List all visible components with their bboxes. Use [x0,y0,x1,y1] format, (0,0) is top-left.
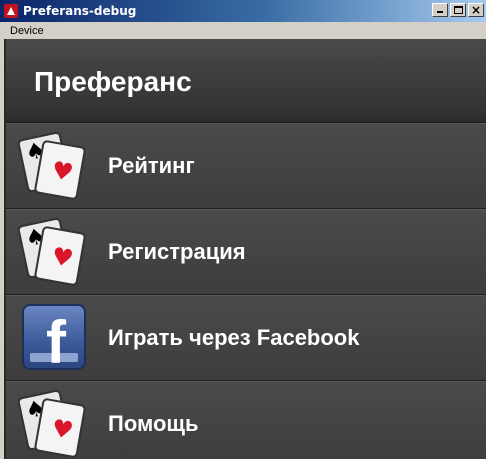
page-title: Преферанс [34,65,192,97]
maximize-icon [454,6,463,14]
playing-cards-icon: ♠ ♥ [16,389,90,459]
main-menu-list: ♠ ♥ Рейтинг ♠ ♥ Регистрация f Играть чер… [6,123,486,459]
app-header: Преферанс [6,39,486,123]
playing-cards-icon: ♠ ♥ [16,217,90,287]
menu-item-rating[interactable]: ♠ ♥ Рейтинг [6,123,486,209]
menu-item-label: Помощь [108,411,199,436]
menu-item-label: Играть через Facebook [108,325,360,350]
minimize-button[interactable] [432,3,448,17]
window-title: Preferans-debug [23,4,137,18]
close-icon: × [471,3,482,17]
menu-item-facebook[interactable]: f Играть через Facebook [6,295,486,381]
menu-item-help[interactable]: ♠ ♥ Помощь [6,381,486,459]
menu-item-registration[interactable]: ♠ ♥ Регистрация [6,209,486,295]
menu-device[interactable]: Device [10,25,44,37]
maximize-button[interactable] [450,3,466,17]
app-content: Преферанс ♠ ♥ Рейтинг ♠ ♥ Регистрация f … [4,39,486,459]
close-button[interactable]: × [468,3,484,17]
facebook-icon: f [20,303,90,373]
window-titlebar[interactable]: Preferans-debug × [0,0,486,22]
menu-bar: Device [0,22,486,39]
minimize-icon [437,11,443,13]
app-logo-icon [3,3,19,19]
menu-item-label: Регистрация [108,239,246,264]
playing-cards-icon: ♠ ♥ [16,131,90,201]
window-controls: × [430,3,484,17]
menu-item-label: Рейтинг [108,153,195,178]
